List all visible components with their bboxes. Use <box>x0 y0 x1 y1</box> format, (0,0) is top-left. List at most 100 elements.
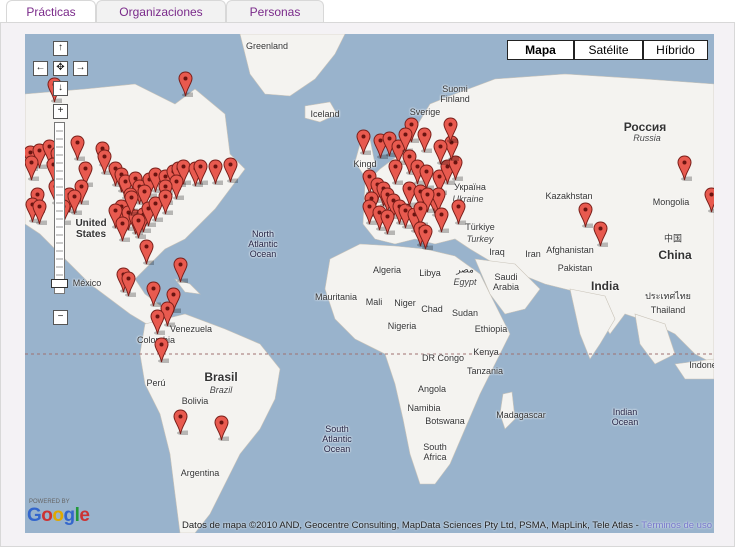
label-mali: Mali <box>365 297 383 307</box>
map-pin-icon[interactable] <box>154 337 176 364</box>
map-pin-icon[interactable] <box>115 216 137 243</box>
label-angola: Angola <box>417 384 447 394</box>
label-thailand: Thailand <box>650 305 686 315</box>
label-iraq: Iraq <box>489 247 505 257</box>
label-ukraine: Україна <box>454 182 486 192</box>
pan-right-button[interactable]: → <box>73 61 88 76</box>
map-pin-icon[interactable] <box>433 139 455 166</box>
map-pin-icon[interactable] <box>356 129 378 156</box>
label-tanzania: Tanzania <box>466 366 504 376</box>
map-pin-icon[interactable] <box>223 157 245 184</box>
map-pin-icon[interactable] <box>578 202 600 229</box>
map-pin-icon[interactable] <box>677 155 699 182</box>
map-pin-icon[interactable] <box>139 239 161 266</box>
plus-icon: + <box>57 105 64 116</box>
label-namibia: Namibia <box>407 403 441 413</box>
label-turkey: Türkiye <box>465 222 495 232</box>
world-map[interactable]: Greenland Iceland Sverige Suomi Finland … <box>25 34 714 533</box>
label-drc: DR Congo <box>421 353 465 363</box>
zoom-out-button[interactable]: − <box>53 310 68 325</box>
pan-up-button[interactable]: ↑ <box>53 41 68 56</box>
map-pin-icon[interactable] <box>214 415 236 442</box>
pan-center-button[interactable]: ✥ <box>53 61 68 76</box>
label-kingdom: Kingd <box>353 159 377 169</box>
map-pin-icon[interactable] <box>121 271 143 298</box>
label-russia-sub: Russia <box>633 133 661 143</box>
zoom-slider-track[interactable] <box>54 122 65 294</box>
map-pin-icon[interactable] <box>208 159 230 186</box>
map-attribution: Datos de mapa ©2010 AND, Geocentre Consu… <box>182 520 712 531</box>
map-pin-icon[interactable] <box>25 155 46 182</box>
map-type-satellite-button[interactable]: Satélite <box>574 40 643 60</box>
pan-down-button[interactable]: ↓ <box>53 81 68 96</box>
map-pin-icon[interactable] <box>131 213 153 240</box>
zoom-slider-ticks <box>56 130 63 284</box>
label-north-atlantic: North Atlantic Ocean <box>248 229 278 259</box>
map-pin-icon[interactable] <box>388 159 410 186</box>
label-indonesia: Indone <box>689 360 714 370</box>
map-type-map-button[interactable]: Mapa <box>507 40 574 60</box>
label-united-states: United States <box>75 218 107 240</box>
label-saudi: Saudi Arabia <box>492 272 520 292</box>
label-mexico: México <box>72 278 102 288</box>
map-pin-icon[interactable] <box>380 209 402 236</box>
label-venezuela: Venezuela <box>169 324 213 334</box>
label-south-atlantic: South Atlantic Ocean <box>322 424 352 454</box>
label-bolivia: Bolivia <box>181 396 209 406</box>
tab-practicas[interactable]: Prácticas <box>6 0 96 23</box>
map-pin-icon[interactable] <box>32 199 54 226</box>
label-china-han: 中国 <box>663 233 683 244</box>
map-pin-icon[interactable] <box>593 221 615 248</box>
google-logo[interactable]: POWERED BY Google <box>27 499 91 529</box>
map-pin-icon[interactable] <box>193 159 215 186</box>
map-pin-icon[interactable] <box>150 309 172 336</box>
terms-of-use-link[interactable]: Términos de uso <box>641 520 712 531</box>
map-pin-icon[interactable] <box>67 189 89 216</box>
zoom-in-button[interactable]: + <box>53 104 68 119</box>
map-pin-icon[interactable] <box>418 224 440 251</box>
label-russia: Россия <box>623 120 667 134</box>
label-turkey-sub: Turkey <box>466 234 494 244</box>
center-icon: ✥ <box>56 62 65 73</box>
label-egypt: مصر <box>456 264 474 275</box>
label-kazakhstan: Kazakhstan <box>545 191 593 201</box>
label-brasil: Brasil <box>204 370 238 384</box>
label-botswana: Botswana <box>425 416 465 426</box>
map-type-hybrid-button[interactable]: Híbrido <box>643 40 708 60</box>
label-pakistan: Pakistan <box>557 263 593 273</box>
attribution-text: Datos de mapa ©2010 AND, Geocentre Consu… <box>182 520 639 531</box>
map-pin-icon[interactable] <box>158 189 180 216</box>
map-pin-icon[interactable] <box>704 187 714 214</box>
map-pin-icon[interactable] <box>173 409 195 436</box>
minus-icon: − <box>57 311 64 322</box>
tab-personas[interactable]: Personas <box>226 0 324 22</box>
label-peru: Perú <box>146 378 166 388</box>
tab-bar: Prácticas Organizaciones Personas <box>0 0 735 23</box>
pan-left-button[interactable]: ← <box>33 61 48 76</box>
google-wordmark: Google <box>27 505 90 526</box>
label-india: India <box>590 279 620 293</box>
map-pin-icon[interactable] <box>178 71 200 98</box>
arrow-right-icon: → <box>75 62 86 73</box>
map-pin-icon[interactable] <box>434 207 456 234</box>
tab-organizaciones[interactable]: Organizaciones <box>96 0 226 22</box>
label-nigeria: Nigeria <box>387 321 417 331</box>
map-pin-icon[interactable] <box>70 135 92 162</box>
label-mauritania: Mauritania <box>314 292 358 302</box>
label-iran: Iran <box>525 249 541 259</box>
map-pin-icon[interactable] <box>451 199 473 226</box>
label-greenland: Greenland <box>245 41 289 51</box>
label-niger: Niger <box>394 298 416 308</box>
label-madagascar: Madagascar <box>496 410 546 420</box>
map-pin-icon[interactable] <box>417 127 439 154</box>
label-ethiopia: Ethiopia <box>474 324 508 334</box>
label-south-africa: South Africa <box>423 442 447 462</box>
label-algeria: Algeria <box>372 265 402 275</box>
zoom-slider-thumb[interactable] <box>51 279 68 288</box>
map-pin-icon[interactable] <box>173 257 195 284</box>
label-china: China <box>658 248 692 262</box>
label-mongolia: Mongolia <box>652 197 690 207</box>
map-pin-icon[interactable] <box>146 281 168 308</box>
arrow-up-icon: ↑ <box>58 42 63 53</box>
label-iceland: Iceland <box>310 109 340 119</box>
